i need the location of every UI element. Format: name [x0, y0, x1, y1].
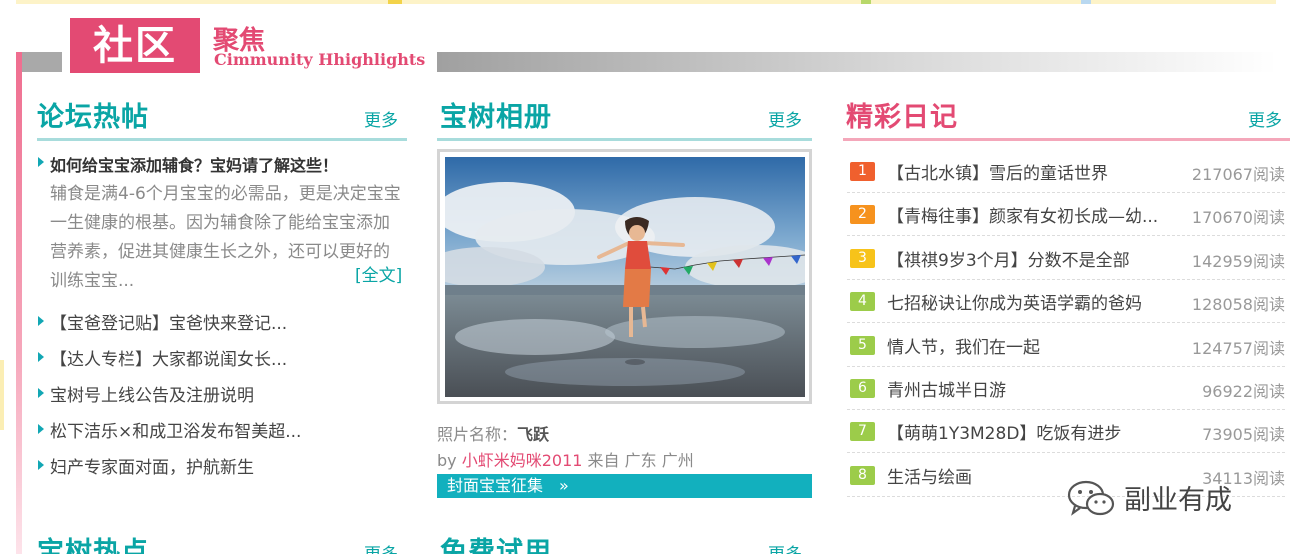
photo-location: 来自 广东 广州 [587, 451, 694, 470]
decor-blue [1081, 0, 1091, 4]
album-more-link[interactable]: 更多 [768, 106, 802, 131]
rank-number-badge: 8 [850, 465, 875, 485]
diary-more-link[interactable]: 更多 [1248, 106, 1282, 131]
hot-topics-more-link[interactable]: 更多 [364, 540, 398, 554]
diary-read-count: 128058阅读 [1187, 291, 1285, 316]
diary-divider [843, 138, 1290, 141]
photo-author-link[interactable]: 小虾米妈咪2011 [462, 451, 583, 470]
bullet-icon [38, 460, 44, 470]
forum-list-item[interactable]: 【达人专栏】大家都说闺女长... [50, 345, 287, 370]
decor-yellow [388, 0, 402, 4]
forum-list-item[interactable]: 宝树号上线公告及注册说明 [50, 381, 254, 406]
diary-read-count: 217067阅读 [1187, 161, 1285, 185]
rank-number-badge: 7 [850, 422, 875, 442]
album-title: 宝树相册 [440, 102, 552, 133]
left-edge-decor [0, 360, 4, 430]
bullet-icon [38, 157, 44, 167]
diary-rank-row[interactable]: 3 【祺祺9岁3个月】分数不是全部 142959阅读 [847, 237, 1285, 280]
diary-read-count: 96922阅读 [1198, 378, 1285, 402]
wechat-icon [1067, 480, 1115, 516]
left-accent-bar [16, 52, 22, 554]
bullet-icon [38, 352, 44, 362]
diary-rank-title[interactable]: 生活与绘画 [887, 463, 972, 488]
diary-rank-title[interactable]: 青州古城半日游 [887, 376, 1006, 401]
rank-number-badge: 3 [850, 248, 875, 268]
hot-topics-title: 宝树热点 [37, 537, 149, 554]
diary-rank-row[interactable]: 2 【青梅往事】颜家有女初长成—幼... 170670阅读 [847, 193, 1285, 237]
diary-read-count: 73905阅读 [1198, 421, 1285, 446]
free-trial-title: 免费试用 [440, 537, 552, 554]
diary-read-count: 142959阅读 [1187, 247, 1285, 272]
rank-number-badge: 6 [850, 379, 875, 398]
forum-full-text-link[interactable]: [全文] [355, 261, 402, 286]
photo-name-line: 照片名称：飞跃 [437, 421, 549, 445]
photo-name: 飞跃 [517, 425, 550, 444]
diary-rank-row[interactable]: 5 情人节，我们在一起 124757阅读 [847, 324, 1285, 367]
album-divider [437, 138, 812, 141]
rank-number-badge: 1 [850, 162, 875, 181]
section-header-title: 社区 [70, 18, 200, 73]
diary-rank-row[interactable]: 7 【萌萌1Y3M28D】吃饭有进步 73905阅读 [847, 410, 1285, 454]
header-gradient-bar [437, 52, 1277, 72]
diary-rank-title[interactable]: 【萌萌1Y3M28D】吃饭有进步 [887, 419, 1121, 444]
photo-image [445, 157, 805, 397]
watermark-text: 副业有成 [1124, 485, 1232, 516]
diary-read-count: 170670阅读 [1187, 204, 1285, 229]
decor-green [861, 0, 871, 4]
forum-divider [37, 138, 407, 141]
forum-more-link[interactable]: 更多 [364, 106, 398, 131]
forum-featured-title[interactable]: 如何给宝宝添加辅食？宝妈请了解这些！ [50, 152, 338, 176]
rank-number-badge: 5 [850, 335, 875, 355]
diary-rank-row[interactable]: 6 青州古城半日游 96922阅读 [847, 367, 1285, 410]
diary-rank-title[interactable]: 【古北水镇】雪后的童话世界 [887, 159, 1108, 184]
top-decor-strip [16, 0, 1276, 4]
diary-title: 精彩日记 [846, 102, 958, 133]
diary-rank-title[interactable]: 【祺祺9岁3个月】分数不是全部 [887, 246, 1130, 271]
rank-number-badge: 2 [850, 205, 875, 225]
diary-rank-row[interactable]: 1 【古北水镇】雪后的童话世界 217067阅读 [847, 150, 1285, 193]
section-header-subtitle-en: Cimmunity Hhighlights [214, 50, 426, 69]
photo-by: by [437, 451, 457, 470]
diary-rank-row[interactable]: 4 七招秘诀让你成为英语学霸的爸妈 128058阅读 [847, 280, 1285, 324]
forum-list-item[interactable]: 【宝爸登记贴】宝爸快来登记... [50, 309, 287, 334]
free-trial-more-link[interactable]: 更多 [768, 540, 802, 554]
diary-rank-title[interactable]: 【青梅往事】颜家有女初长成—幼... [887, 202, 1158, 227]
rank-number-badge: 4 [850, 292, 875, 312]
cover-baby-link[interactable]: 封面宝宝征集 » [437, 474, 812, 498]
bullet-icon [38, 424, 44, 434]
photo-author-line: by 小虾米妈咪2011 来自 广东 广州 [437, 447, 694, 471]
bullet-icon [38, 316, 44, 326]
forum-list-item[interactable]: 妇产专家面对面，护航新生 [50, 453, 254, 478]
bullet-icon [38, 388, 44, 398]
album-photo[interactable] [445, 157, 805, 397]
photo-name-label: 照片名称： [437, 425, 518, 444]
header-grey-bar [22, 52, 62, 72]
diary-read-count: 124757阅读 [1187, 334, 1285, 359]
diary-rank-title[interactable]: 情人节，我们在一起 [887, 333, 1040, 358]
forum-title: 论坛热帖 [37, 102, 149, 133]
diary-rank-title[interactable]: 七招秘诀让你成为英语学霸的爸妈 [887, 289, 1142, 314]
forum-list-item[interactable]: 松下洁乐×和成卫浴发布智美超... [50, 417, 301, 442]
forum-featured-summary: 辅食是满4-6个月宝宝的必需品，更是决定宝宝一生健康的根基。因为辅食除了能给宝宝… [50, 184, 401, 291]
